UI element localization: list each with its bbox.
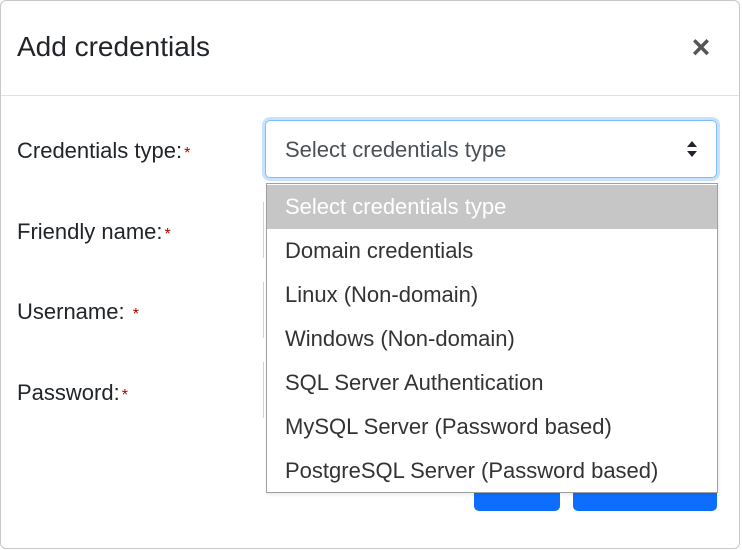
option-windows-non-domain[interactable]: Windows (Non-domain) [267,317,717,361]
add-credentials-modal: Add credentials × Credentials type: * Fri… [0,0,740,549]
required-mark: * [184,145,191,162]
close-icon: × [691,29,711,65]
option-postgresql-server[interactable]: PostgreSQL Server (Password based) [267,449,717,493]
save-button[interactable] [573,490,717,511]
credentials-type-select[interactable]: Select credentials type [265,120,717,178]
credentials-type-dropdown: Select credentials type Domain credentia… [266,183,718,493]
option-sql-server-auth[interactable]: SQL Server Authentication [267,361,717,405]
cancel-button[interactable] [474,490,560,511]
username-label: Username: * [17,299,139,324]
option-select-credentials-type[interactable]: Select credentials type [267,185,717,229]
sort-arrows-icon [687,141,697,157]
credentials-type-label: Credentials type: * [17,138,191,163]
option-mysql-server[interactable]: MySQL Server (Password based) [267,405,717,449]
option-linux-non-domain[interactable]: Linux (Non-domain) [267,273,717,317]
modal-title: Add credentials [17,31,211,62]
modal-header: Add credentials × [1,1,739,96]
close-button[interactable]: × [689,31,713,63]
required-mark: * [164,226,171,243]
friendly-name-label: Friendly name: * [17,219,171,244]
password-label: Password: * [17,380,128,405]
required-mark: * [132,306,139,323]
select-value: Select credentials type [285,137,507,162]
required-mark: * [121,387,128,404]
option-domain-credentials[interactable]: Domain credentials [267,229,717,273]
